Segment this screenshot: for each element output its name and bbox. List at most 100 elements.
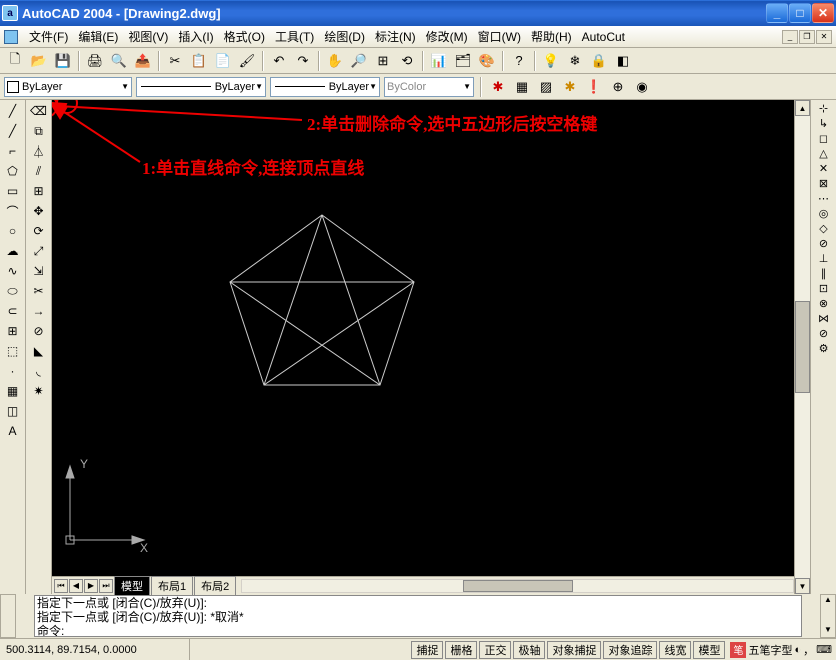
break-tool-icon[interactable]: ⊘ [28, 322, 50, 340]
list-icon[interactable]: ✱ [560, 77, 580, 97]
match-icon[interactable]: 🖌 [236, 50, 258, 72]
hatch-tool-icon[interactable]: ▦ [2, 382, 24, 400]
vscroll-thumb[interactable] [795, 301, 810, 393]
grid-toggle[interactable]: 栅格 [445, 641, 477, 659]
osnap-settings-icon[interactable]: ⚙ [819, 342, 829, 355]
osnap-toggle[interactable]: 对象捕捉 [547, 641, 601, 659]
maximize-button[interactable]: □ [789, 3, 811, 23]
layer-color-icon[interactable]: ◧ [612, 50, 634, 72]
linetype-dropdown[interactable]: ByLayer ▼ [136, 77, 266, 97]
snap-apparent-icon[interactable]: ⊠ [819, 177, 828, 190]
coordinates-display[interactable]: 500.3114, 89.7154, 0.0000 [0, 639, 190, 660]
polyline-tool-icon[interactable]: ⌐ [2, 142, 24, 160]
tool-palettes-icon[interactable]: 🎨 [476, 50, 498, 72]
scroll-up-icon[interactable]: ▲ [795, 100, 810, 116]
tab-prev-icon[interactable]: ◀ [69, 579, 83, 593]
stretch-tool-icon[interactable]: ⇲ [28, 262, 50, 280]
cut-icon[interactable]: ✂ [164, 50, 186, 72]
polar-toggle[interactable]: 极轴 [513, 641, 545, 659]
snap-endpoint-icon[interactable]: ◻ [819, 132, 828, 145]
line-tool-icon[interactable]: ╱ [2, 102, 24, 120]
print-icon[interactable]: 🖨 [84, 50, 106, 72]
copy-icon[interactable]: 📋 [188, 50, 210, 72]
snap-nearest-icon[interactable]: ⋈ [818, 312, 829, 325]
snap-tangent-icon[interactable]: ⊘ [819, 237, 828, 250]
xline-tool-icon[interactable]: ╱ [2, 122, 24, 140]
otrack-toggle[interactable]: 对象追踪 [603, 641, 657, 659]
layer-bulb-icon[interactable]: 💡 [540, 50, 562, 72]
paste-icon[interactable]: 📄 [212, 50, 234, 72]
menu-format[interactable]: 格式(O) [219, 26, 270, 47]
region-tool-icon[interactable]: ◫ [2, 402, 24, 420]
tab-first-icon[interactable]: ⏮ [54, 579, 68, 593]
snap-none-icon[interactable]: ⊘ [819, 327, 828, 340]
rectangle-tool-icon[interactable]: ▭ [2, 182, 24, 200]
close-button[interactable]: ✕ [812, 3, 834, 23]
snap-parallel-icon[interactable]: ∥ [821, 267, 827, 280]
cmd-vscroll[interactable]: ▲ ▼ [820, 594, 836, 638]
drawing-canvas[interactable]: Y X 2:单击删除命令,选中五边形后按空格键 1:单击直线命令,连接顶点直线 [52, 100, 794, 576]
insert-block-icon[interactable]: ⊞ [2, 322, 24, 340]
layer-dropdown[interactable]: ByLayer ▼ [4, 77, 132, 97]
point-tool-icon[interactable]: · [2, 362, 24, 380]
menu-edit[interactable]: 编辑(E) [73, 26, 123, 47]
tab-model[interactable]: 模型 [114, 576, 150, 595]
zoom-rt-icon[interactable]: 🔎 [348, 50, 370, 72]
polygon-tool-icon[interactable]: ⬠ [2, 162, 24, 180]
snap-midpoint-icon[interactable]: △ [819, 147, 827, 160]
undo-icon[interactable]: ↶ [268, 50, 290, 72]
minimize-button[interactable]: _ [766, 3, 788, 23]
mdi-close[interactable]: ✕ [816, 30, 832, 44]
ortho-toggle[interactable]: 正交 [479, 641, 511, 659]
hscrollbar[interactable] [241, 579, 794, 593]
open-icon[interactable]: 📂 [28, 50, 50, 72]
array-tool-icon[interactable]: ⊞ [28, 182, 50, 200]
model-toggle[interactable]: 模型 [693, 641, 725, 659]
tab-next-icon[interactable]: ▶ [84, 579, 98, 593]
region-icon[interactable]: ▨ [536, 77, 556, 97]
snap-perp-icon[interactable]: ⊥ [819, 252, 829, 265]
menu-autocut[interactable]: AutoCut [577, 28, 630, 46]
mdi-minimize[interactable]: _ [782, 30, 798, 44]
id-icon[interactable]: ⊕ [608, 77, 628, 97]
snap-node-icon[interactable]: ⊗ [819, 297, 828, 310]
rotate-tool-icon[interactable]: ⟳ [28, 222, 50, 240]
tab-last-icon[interactable]: ⏭ [99, 579, 113, 593]
lwt-toggle[interactable]: 线宽 [659, 641, 691, 659]
trim-tool-icon[interactable]: ✂ [28, 282, 50, 300]
command-line[interactable]: 指定下一点或 [闭合(C)/放弃(U)]: 指定下一点或 [闭合(C)/放弃(U… [34, 595, 802, 637]
scale-tool-icon[interactable]: ⤢ [28, 242, 50, 260]
snap-center-icon[interactable]: ◎ [819, 207, 829, 220]
cmd-grip[interactable] [0, 594, 16, 638]
menu-modify[interactable]: 修改(M) [421, 26, 473, 47]
make-block-icon[interactable]: ⬚ [2, 342, 24, 360]
menu-view[interactable]: 视图(V) [123, 26, 173, 47]
zoom-prev-icon[interactable]: ⟲ [396, 50, 418, 72]
publish-icon[interactable]: 📤 [132, 50, 154, 72]
help-icon[interactable]: ? [508, 50, 530, 72]
temp-track-icon[interactable]: ⊹ [819, 102, 828, 115]
menu-window[interactable]: 窗口(W) [473, 26, 526, 47]
zoom-win-icon[interactable]: ⊞ [372, 50, 394, 72]
menu-insert[interactable]: 插入(I) [173, 26, 218, 47]
tab-layout1[interactable]: 布局1 [151, 576, 193, 595]
snap-from-icon[interactable]: ↳ [819, 117, 828, 130]
snap-toggle[interactable]: 捕捉 [411, 641, 443, 659]
menu-file[interactable]: 文件(F) [24, 26, 73, 47]
move-tool-icon[interactable]: ✥ [28, 202, 50, 220]
properties-icon[interactable]: 📊 [428, 50, 450, 72]
snap-quadrant-icon[interactable]: ◇ [819, 222, 827, 235]
erase-tool-icon[interactable]: ⌫ [28, 102, 50, 120]
extend-tool-icon[interactable]: → [28, 302, 50, 320]
redo-icon[interactable]: ↷ [292, 50, 314, 72]
save-icon[interactable]: 💾 [52, 50, 74, 72]
ellipse-tool-icon[interactable]: ⬭ [2, 282, 24, 300]
mdi-restore[interactable]: ❐ [799, 30, 815, 44]
mass-icon[interactable]: ◉ [632, 77, 652, 97]
revcloud-tool-icon[interactable]: ☁ [2, 242, 24, 260]
menu-dimension[interactable]: 标注(N) [370, 26, 421, 47]
area-icon[interactable]: ▦ [512, 77, 532, 97]
ellipse-arc-tool-icon[interactable]: ⊂ [2, 302, 24, 320]
snap-intersection-icon[interactable]: ✕ [819, 162, 828, 175]
copy-tool-icon[interactable]: ⧉ [28, 122, 50, 140]
